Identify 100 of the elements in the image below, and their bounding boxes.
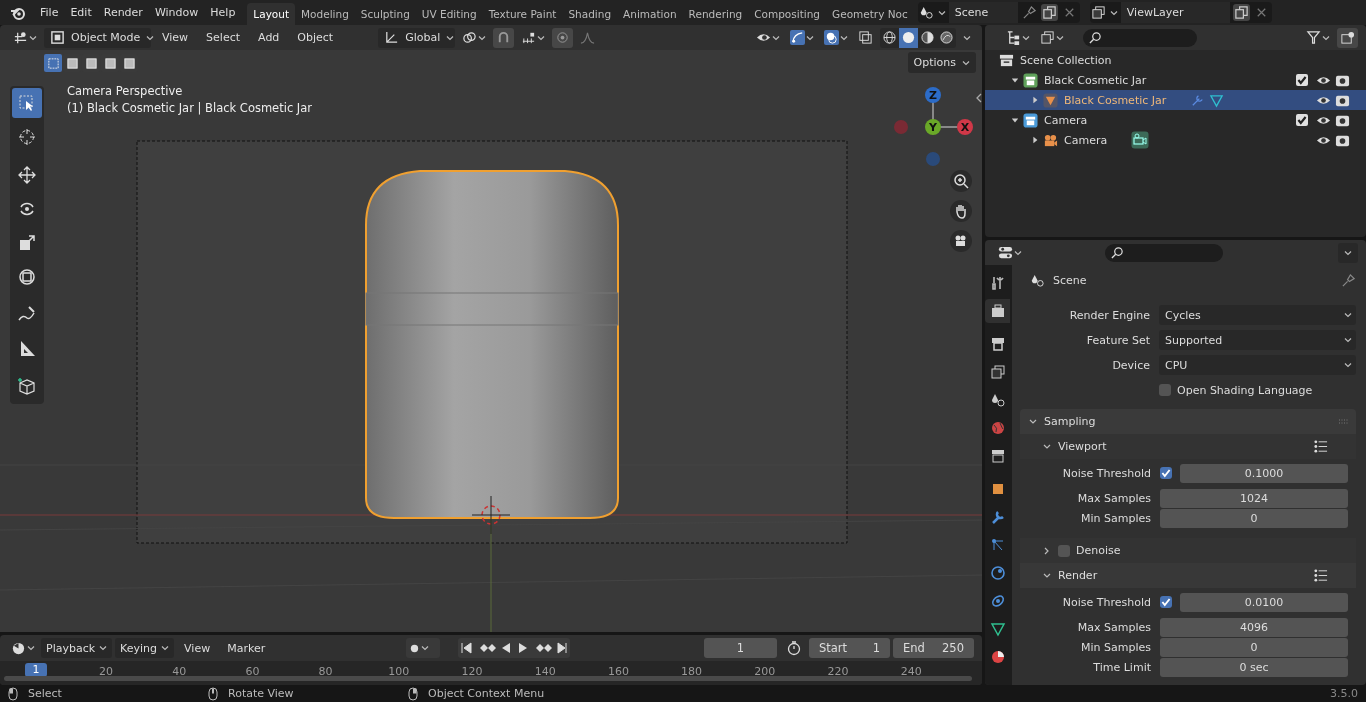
menu-item[interactable]: Marker [220,638,273,658]
mouse-icon [8,686,18,701]
number-field[interactable]: 0 sec [1160,657,1348,677]
workspace-tab[interactable]: Geometry Noc [826,3,914,25]
number-field[interactable]: 0.1000 [1180,463,1348,483]
field-label: Noise Threshold [1061,595,1152,609]
menu-item[interactable]: File [34,1,65,24]
orientation-dropdown[interactable]: Global [378,27,456,48]
outliner-row[interactable]: Camera [985,130,1366,150]
dropdown[interactable]: CPU [1159,355,1356,375]
workspace-tab[interactable]: Rendering [682,3,749,25]
workspace-tab[interactable]: Texture Paint [482,3,563,25]
checkbox[interactable]: Denoise [1058,540,1121,561]
jar-drawing[interactable] [365,170,619,519]
menu-dropdown[interactable]: Keying [115,638,175,658]
duplicate-icon[interactable] [1040,4,1058,21]
expand-arrow-icon[interactable] [1031,136,1039,144]
viewport-icon [13,30,28,45]
dropdown[interactable]: Supported [1159,330,1356,350]
options-button[interactable] [1338,242,1358,263]
options-dropdown[interactable]: Options [907,52,976,73]
duplicate-icon[interactable] [1232,4,1250,21]
number-field[interactable]: 0 [1160,637,1348,657]
checkbox[interactable] [1160,467,1172,479]
caret-icon [1344,361,1352,369]
record-button[interactable] [406,638,441,658]
number-field[interactable]: 0.0100 [1180,592,1348,612]
number-field[interactable]: 4096 [1160,617,1348,637]
proportional-edit-button[interactable] [552,27,574,48]
caret-icon [421,644,430,652]
filter-icon [1306,30,1321,45]
hand-icon[interactable] [950,200,972,222]
outliner-icon [1006,30,1021,45]
view-layer-selector[interactable]: ViewLayer [1089,2,1272,23]
mesh-data-icon[interactable] [1209,92,1225,108]
frame-number: 120 [460,665,484,678]
outliner-row[interactable]: Scene Collection [985,50,1366,70]
presets-list-icon[interactable] [1313,568,1328,583]
3d-cursor-icon[interactable] [471,495,511,535]
number-field[interactable]: 1024 [1160,488,1348,508]
current-frame-field[interactable]: 1 [704,638,777,658]
collapse-arrow-icon[interactable] [1011,76,1019,84]
menu-item[interactable]: Object [290,27,341,48]
caret-icon [963,33,971,42]
pin-icon[interactable] [1341,272,1356,288]
camera-data-icon[interactable] [1131,131,1150,149]
mode-dropdown[interactable]: Object Mode [44,27,151,48]
workspace-tab[interactable]: Animation [617,3,683,25]
new-collection-button[interactable] [1337,27,1358,48]
end-frame-field[interactable]: End 250 [893,638,974,658]
workspace-tab[interactable]: Modeling [295,3,355,25]
menu-item[interactable]: Render [97,1,149,24]
outliner-row[interactable]: Black Cosmetic Jar [985,90,1366,110]
presets-list-icon[interactable] [1313,439,1328,454]
workspace-tab[interactable]: Shading [562,3,618,25]
scene-selector[interactable]: Scene [917,2,1080,23]
menu-item[interactable]: View [177,638,218,658]
start-frame-field[interactable]: Start 1 [809,638,890,658]
panel-title[interactable]: Sampling [1044,415,1096,428]
camera-icon[interactable] [950,230,972,252]
subpanel-title[interactable]: Render [1058,569,1098,582]
workspace-tab[interactable]: Layout [247,3,296,25]
search-field[interactable] [1083,28,1197,47]
collapse-arrow-icon[interactable] [1011,116,1019,124]
checkbox[interactable] [1296,114,1308,126]
outliner-row[interactable]: Black Cosmetic Jar [985,70,1366,90]
current-frame-marker[interactable]: 1 [25,663,47,677]
outliner-row[interactable]: Camera [985,110,1366,130]
checkbox[interactable] [1296,74,1308,86]
subpanel-title[interactable]: Viewport [1058,440,1107,453]
search-field[interactable] [1105,243,1223,262]
axis-gizmo[interactable]: Z Y X [891,85,975,169]
menu-item[interactable]: Select [199,27,248,48]
render-properties-tab[interactable] [985,299,1010,323]
snap-button[interactable] [493,27,515,48]
axes-icon [384,30,400,45]
drag-handle-icon[interactable] [1338,418,1350,425]
zoom-icon[interactable] [950,170,972,192]
menu-item[interactable]: Window [148,1,205,24]
checkbox[interactable] [1160,596,1172,608]
checkbox[interactable]: Open Shading Language [1159,380,1313,400]
stopwatch-icon[interactable] [786,640,802,656]
workspace-tab[interactable]: Sculpting [354,3,416,25]
workspace-tab[interactable]: Compositing [748,3,827,25]
menu-item[interactable]: View [155,27,196,48]
dropdown[interactable]: Cycles [1159,305,1356,325]
square-icon [46,56,60,70]
menu-item[interactable]: Add [251,27,287,48]
menu-item[interactable]: Help [204,1,242,24]
caret-icon [1109,8,1118,17]
status-hint: Select [28,687,63,700]
expand-arrow-icon[interactable] [1031,96,1039,104]
sidebar-toggle-icon[interactable] [975,93,982,103]
number-field[interactable]: 0 [1160,508,1348,528]
menu-dropdown[interactable]: Playback [41,638,113,658]
solid-shading-button[interactable] [899,27,918,48]
workspace-tab[interactable]: UV Editing [415,3,483,25]
caret-icon [1344,248,1352,257]
menu-item[interactable]: Edit [64,1,98,24]
select-box-tool[interactable] [12,88,42,118]
